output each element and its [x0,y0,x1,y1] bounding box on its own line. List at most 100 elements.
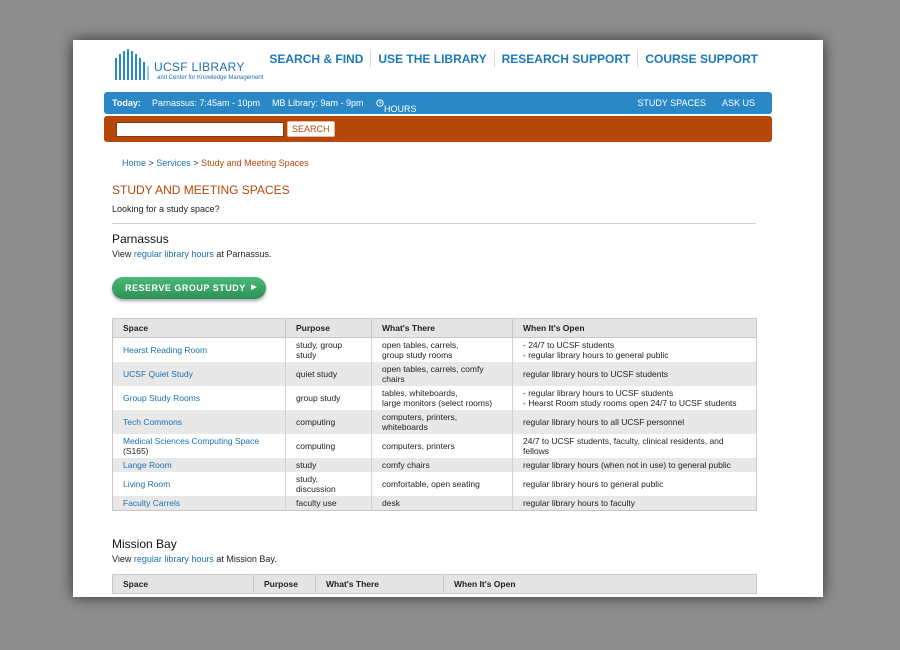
purpose-cell: computing [285,410,372,434]
table-row: Hearst Reading Room study, group study ope… [113,337,757,363]
text-suffix: at Mission Bay. [213,554,277,564]
purpose-cell: study, group study [285,337,372,362]
whats-there-cell: computers, printers, whiteboards [371,410,513,434]
text-prefix: View [112,249,134,259]
mission-bay-heading: Mission Bay [112,537,177,551]
when-open-cell: regular library hours (when not in use) … [512,458,757,472]
main-nav: SEARCH & FIND USE THE LIBRARY RESEARCH S… [262,51,765,67]
reserve-button-label: RESERVE GROUP STUDY [125,283,246,293]
space-cell: Living Room [113,472,286,496]
table-header-row: Space Purpose What's There When It's Ope… [112,318,757,338]
hours-link[interactable]: HOURS [376,98,417,114]
today-label: Today: [112,98,141,108]
purpose-cell: group study [285,386,372,410]
space-cell: Tech Commons [112,410,286,434]
parnassus-hours: Parnassus: 7:45am - 10pm [152,98,261,108]
whats-there-cell: comfortable, open seating [371,472,513,496]
space-cell: Medical Sciences Computing Space (S165) [113,434,286,458]
logo-name: UCSF LIBRARY [154,60,245,74]
logo-subtitle: and Center for Knowledge Management [157,75,264,81]
column-header-whats-there: What's There [315,574,444,594]
column-header-purpose: Purpose [285,318,372,338]
table-header-row: Space Purpose What's There When It's Ope… [112,574,757,594]
divider [112,223,756,224]
space-cell: Group Study Rooms [113,386,286,410]
whats-there-cell: open tables, carrels, comfy chairs [371,362,513,386]
play-arrow-icon: ▶ [251,284,257,291]
space-note: (S165) [123,446,149,456]
space-link[interactable]: Living Room [123,479,170,489]
intro-text: Looking for a study space? [112,204,220,214]
table-row: Living Room study, discussion comfortable,… [113,472,757,496]
parnassus-hours-link[interactable]: regular library hours [134,249,214,259]
clock-icon [376,99,384,107]
mission-bay-hours-text: View regular library hours at Mission Ba… [112,554,277,564]
search-bar: SEARCH [104,116,772,142]
study-spaces-link[interactable]: STUDY SPACES [637,98,706,108]
page: UCSF LIBRARY and Center for Knowledge Ma… [73,40,823,597]
search-input[interactable] [116,122,284,137]
search-button[interactable]: SEARCH [287,121,335,137]
table-row: Lange Room study comfy chairs regular libra… [112,458,757,472]
space-cell: Hearst Reading Room [113,338,286,363]
ucsf-library-logo[interactable]: UCSF LIBRARY and Center for Knowledge Ma… [113,48,273,84]
text-prefix: View [112,554,134,564]
column-header-whats-there: What's There [371,318,513,338]
mission-bay-hours-link[interactable]: regular library hours [134,554,214,564]
table-row: Tech Commons computing computers, printers… [112,410,757,434]
breadcrumb-home[interactable]: Home [122,158,146,168]
purpose-cell: study [285,458,372,472]
when-open-cell: regular library hours to faculty [512,496,757,511]
table-row: Group Study Rooms group study tables, whit… [113,386,757,410]
reserve-group-study-button[interactable]: RESERVE GROUP STUDY ▶ [112,277,266,299]
nav-research-support[interactable]: RESEARCH SUPPORT [493,51,638,67]
breadcrumb: Home > Services > Study and Meeting Spac… [122,158,309,168]
space-cell: UCSF Quiet Study [112,362,286,386]
mb-library-hours: MB Library: 9am - 9pm [272,98,364,108]
table-row: UCSF Quiet Study quiet study open tables, … [112,362,757,386]
parnassus-hours-text: View regular library hours at Parnassus. [112,249,271,259]
when-open-cell: regular library hours to general public [512,472,757,496]
hours-link-label: HOURS [384,104,417,114]
table-row: Faculty Carrels faculty use desk regular li… [112,496,757,511]
nav-course-support[interactable]: COURSE SUPPORT [637,51,765,67]
table-row: Medical Sciences Computing Space (S165) co… [113,434,757,458]
ask-us-link[interactable]: ASK US [722,98,755,108]
text-suffix: at Parnassus. [213,249,272,259]
parnassus-spaces-table: Space Purpose What's There When It's Ope… [112,318,757,511]
column-header-when-open: When It's Open [512,318,757,338]
nav-use-the-library[interactable]: USE THE LIBRARY [370,51,493,67]
purpose-cell: quiet study [285,362,372,386]
breadcrumb-current: Study and Meeting Spaces [201,158,309,168]
space-link[interactable]: Hearst Reading Room [123,345,207,355]
page-title: STUDY AND MEETING SPACES [112,183,290,197]
mission-bay-spaces-table: Space Purpose What's There When It's Ope… [112,574,757,594]
space-link[interactable]: Lange Room [123,460,172,470]
whats-there-cell: tables, whiteboards, large monitors (sel… [371,386,513,410]
purpose-cell: computing [285,434,372,458]
parnassus-heading: Parnassus [112,232,169,246]
breadcrumb-separator: > [190,158,202,168]
column-header-purpose: Purpose [253,574,316,594]
nav-search-find[interactable]: SEARCH & FIND [262,51,370,67]
column-header-when-open: When It's Open [443,574,757,594]
breadcrumb-services[interactable]: Services [156,158,191,168]
space-link[interactable]: Faculty Carrels [123,498,180,508]
whats-there-cell: open tables, carrels, group study rooms [371,337,513,362]
column-header-space: Space [112,318,286,338]
when-open-cell: 24/7 to UCSF students, faculty, clinical… [512,434,757,458]
purpose-cell: faculty use [285,496,372,511]
when-open-cell: regular library hours to UCSF students [512,362,757,386]
space-link[interactable]: Medical Sciences Computing Space [123,436,259,446]
library-logo-icon [115,49,149,80]
when-open-cell: - 24/7 to UCSF students - regular librar… [512,337,757,362]
space-link[interactable]: UCSF Quiet Study [123,369,193,379]
whats-there-cell: comfy chairs [371,458,513,472]
space-link[interactable]: Group Study Rooms [123,393,200,403]
when-open-cell: - regular library hours to UCSF students… [512,386,757,410]
space-cell: Faculty Carrels [112,496,286,511]
space-link[interactable]: Tech Commons [123,417,182,427]
breadcrumb-separator: > [146,158,157,168]
space-cell: Lange Room [112,458,286,472]
when-open-cell: regular library hours to all UCSF person… [512,410,757,434]
